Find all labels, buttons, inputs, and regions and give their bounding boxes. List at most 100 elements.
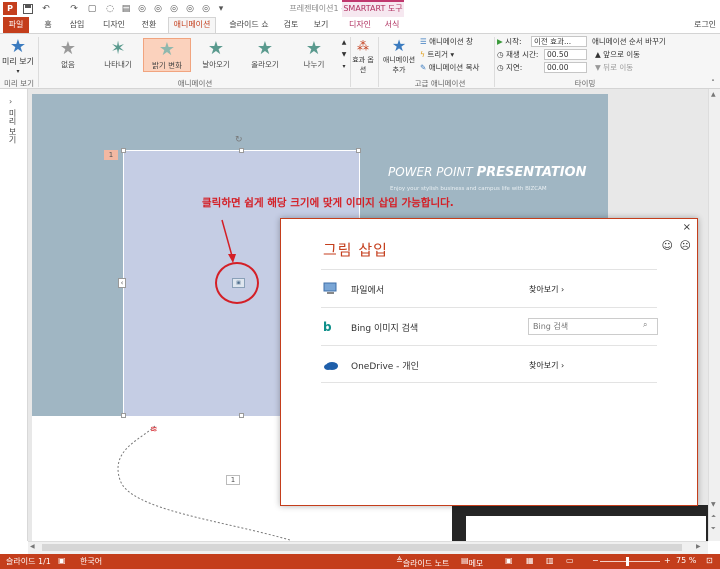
search-icon[interactable]: ⌕ — [643, 320, 647, 330]
tab-view[interactable]: 보기 — [308, 17, 334, 33]
tab-smartart-format[interactable]: 서식 — [380, 17, 404, 33]
tab-insert[interactable]: 삽입 — [64, 17, 90, 33]
move-later-button[interactable]: ▼ 뒤로 이동 — [595, 62, 633, 73]
move-earlier-button[interactable]: ▲ 앞으로 이동 — [595, 49, 640, 60]
vertical-scrollbar[interactable]: ▲ ▼ ⏶ ⏷ — [708, 89, 720, 541]
animation-order-badge[interactable]: 1 — [226, 475, 240, 485]
tab-design[interactable]: 디자인 — [98, 17, 130, 33]
tab-transitions[interactable]: 전환 — [136, 17, 162, 33]
smile-icon[interactable]: ☺ — [662, 239, 673, 252]
star-icon: ★ — [59, 38, 77, 59]
document-title: 프레젠테이션1 - PowerPoint — [289, 4, 391, 13]
animation-pane-button[interactable]: ☰ 애니메이션 창 — [420, 36, 473, 47]
collapse-ribbon-icon[interactable]: ˄ — [708, 78, 718, 88]
next-slide-icon[interactable]: ⏷ — [711, 525, 716, 533]
bing-search-input[interactable] — [528, 318, 658, 335]
cloud-icon — [323, 358, 339, 372]
slideshow-icon[interactable]: ▭ — [566, 556, 574, 565]
zoom-out-icon[interactable]: − — [592, 556, 599, 565]
normal-view-icon[interactable]: ▣ — [505, 556, 513, 565]
thumbnail-pane-collapsed[interactable]: › 미리 보기 — [0, 89, 28, 541]
qat-tool-icon[interactable]: ◌ — [104, 2, 116, 15]
slide-title[interactable]: POWER POINT PRESENTATION — [388, 165, 587, 180]
animation-fly-in[interactable]: ★ 날아오기 — [192, 38, 240, 72]
redo-icon[interactable]: ↷ — [68, 2, 80, 15]
gallery-scroll-up-icon[interactable]: ▲ — [340, 38, 348, 48]
zoom-slider-thumb[interactable] — [626, 557, 629, 566]
instruction-annotation: 클릭하면 쉽게 해당 크기에 맞게 이미지 삽입 가능합니다. — [202, 197, 454, 209]
scroll-thumb[interactable] — [42, 544, 682, 551]
effect-options-button[interactable]: ⁂ 효과 옵션 — [352, 37, 374, 75]
animation-none[interactable]: ★ 없음 — [44, 38, 92, 72]
gallery-more-icon[interactable]: ▾ — [340, 62, 348, 72]
resize-handle[interactable] — [239, 413, 244, 418]
scroll-up-icon[interactable]: ▲ — [711, 91, 716, 98]
divider — [38, 37, 39, 87]
delay-stepper[interactable]: 00.00 — [544, 62, 587, 73]
qat-tool-icon[interactable]: ◎ — [136, 2, 148, 15]
prev-slide-icon[interactable]: ⏶ — [711, 513, 716, 521]
slide-subtitle[interactable]: Enjoy your stylish business and campus l… — [390, 186, 547, 192]
qat-tool-icon[interactable]: ◎ — [200, 2, 212, 15]
tab-smartart-design[interactable]: 디자인 — [344, 17, 376, 33]
thumbnail-pane-label: 미리 보기 — [8, 109, 17, 144]
qat-tool-icon[interactable]: ◎ — [184, 2, 196, 15]
scroll-left-icon[interactable]: ◀ — [30, 543, 35, 550]
browse-link[interactable]: 찾아보기 › — [529, 284, 564, 295]
tab-home[interactable]: 홈 — [38, 17, 58, 33]
comments-button[interactable]: ▤ 메모 — [461, 556, 483, 568]
save-icon[interactable] — [22, 2, 34, 15]
qat-tool-icon[interactable]: ◎ — [168, 2, 180, 15]
animation-appear[interactable]: ✶ 나타내기 — [94, 38, 142, 72]
reading-view-icon[interactable]: ▥ — [546, 556, 554, 565]
clock-icon: ◷ — [497, 63, 504, 72]
add-animation-button[interactable]: ★ 애니메이션 추가 — [380, 37, 418, 75]
frown-icon[interactable]: ☹ — [680, 239, 691, 252]
browse-link[interactable]: 찾아보기 › — [529, 360, 564, 371]
resize-handle[interactable] — [121, 148, 126, 153]
gallery-scroll-down-icon[interactable]: ▼ — [340, 50, 348, 60]
qat-tool-icon[interactable]: ▢ — [86, 2, 98, 15]
fit-slide-icon[interactable]: ⊡ — [706, 556, 713, 565]
resize-handle[interactable] — [356, 148, 361, 153]
expand-arrow-icon[interactable]: › — [9, 97, 12, 106]
trigger-button[interactable]: ϟ 트리거 ▾ — [420, 49, 454, 60]
zoom-slider[interactable] — [600, 561, 660, 562]
qat-tool-icon[interactable]: ◎ — [152, 2, 164, 15]
duration-stepper[interactable]: 00.50 — [544, 49, 587, 60]
spellcheck-icon[interactable]: ▣ — [58, 556, 66, 565]
horizontal-scrollbar[interactable]: ◀ ▶ — [28, 541, 708, 554]
tab-file[interactable]: 파일 — [3, 17, 29, 33]
scroll-right-icon[interactable]: ▶ — [696, 543, 701, 550]
from-file-row[interactable]: 파일에서 찾아보기 › — [321, 269, 657, 307]
slide-sorter-icon[interactable]: ▦ — [526, 556, 534, 565]
animation-split[interactable]: ★ 나누기 — [290, 38, 338, 72]
animation-painter-button[interactable]: ✎ 애니메이션 복사 — [420, 62, 479, 73]
zoom-level[interactable]: 75 % — [676, 556, 696, 565]
zoom-in-icon[interactable]: + — [664, 556, 671, 565]
start-select[interactable]: 이전 효과... — [531, 36, 587, 47]
smartart-text-pane-arrow-icon[interactable]: ‹ — [118, 278, 126, 288]
onedrive-row[interactable]: OneDrive - 개인 찾아보기 › — [321, 345, 657, 383]
qat-tool-icon[interactable]: ▤ — [120, 2, 132, 15]
resize-handle[interactable] — [121, 413, 126, 418]
animation-float-in[interactable]: ★ 올라오기 — [241, 38, 289, 72]
scroll-down-icon[interactable]: ▼ — [711, 501, 716, 508]
group-label-advanced: 고급 애니메이션 — [414, 79, 466, 88]
resize-handle[interactable] — [239, 148, 244, 153]
tab-animations[interactable]: 애니메이션 — [168, 17, 216, 33]
animation-fade[interactable]: ★ 밝기 변화 — [143, 38, 191, 72]
login-link[interactable]: 로그인 — [690, 17, 720, 33]
tab-review[interactable]: 검토 — [278, 17, 304, 33]
insert-picture-icon[interactable]: ▣ — [232, 278, 245, 288]
customize-qat-icon[interactable]: ▾ — [216, 2, 226, 15]
notes-button[interactable]: ≜ 슬라이드 노트 — [396, 556, 449, 568]
preview-button[interactable]: ★ 미리 보기 ▾ — [2, 37, 34, 77]
tab-slideshow[interactable]: 슬라이드 쇼 — [222, 17, 276, 33]
animation-order-badge[interactable]: 1 — [104, 150, 118, 160]
close-icon[interactable]: × — [683, 222, 691, 233]
rotate-handle-icon[interactable]: ↻ — [235, 135, 243, 145]
language-indicator[interactable]: 한국어 — [80, 556, 102, 567]
insert-picture-dialog: × ☺ ☹ 그림 삽입 파일에서 찾아보기 › b Bing 이미지 검색 ⌕ … — [280, 218, 698, 506]
undo-icon[interactable]: ↶ — [40, 2, 52, 15]
